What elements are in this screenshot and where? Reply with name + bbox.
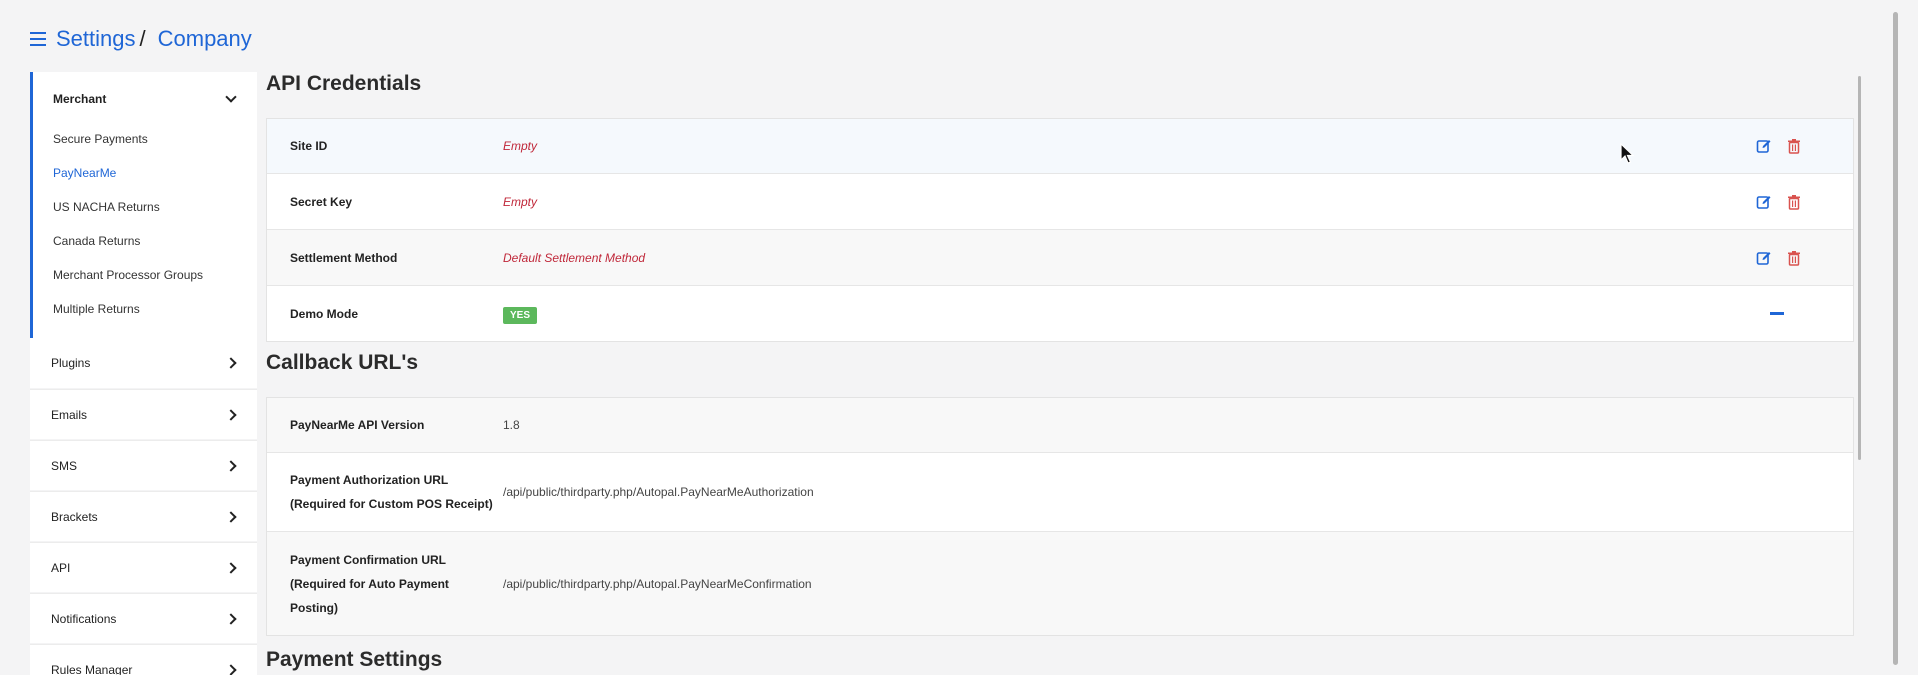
setting-label: Demo Mode [290,306,359,321]
sidebar-item-multiple-returns[interactable]: Multiple Returns [33,298,257,332]
sidebar-merchant-group: Merchant Secure Payments PayNearMe US NA… [30,72,257,338]
trash-icon[interactable] [1786,194,1802,210]
edit-icon[interactable] [1756,250,1772,266]
setting-label: Secret Key [290,194,353,209]
setting-row-secret-key: Secret Key Empty [267,174,1853,230]
menu-icon[interactable] [30,32,46,46]
sidebar-item-us-nacha-returns[interactable]: US NACHA Returns [33,196,257,230]
breadcrumb-company-link[interactable]: Company [158,26,252,51]
breadcrumb-settings-link[interactable]: Settings [56,26,136,51]
sidebar-section-label: Emails [51,407,88,422]
settings-sidebar: Merchant Secure Payments PayNearMe US NA… [30,72,257,675]
breadcrumb: Settings / Company [30,26,252,52]
setting-value: /api/public/thirdparty.php/Autopal.PayNe… [503,485,814,499]
chevron-right-icon [225,510,237,523]
trash-icon[interactable] [1786,138,1802,154]
setting-label: Payment Authorization URL (Required for … [267,468,503,516]
sidebar-section-label: Rules Manager [51,662,133,675]
edit-icon[interactable] [1756,138,1772,154]
setting-label: Payment Confirmation URL (Required for A… [267,548,503,620]
setting-row-confirmation-url: Payment Confirmation URL (Required for A… [267,532,1853,635]
callback-urls-card: PayNearMe API Version 1.8 Payment Author… [266,397,1854,636]
setting-label: Site ID [290,139,328,153]
setting-label: Settlement Method [290,250,398,265]
mouse-cursor-icon [1620,143,1635,164]
chevron-right-icon [225,408,237,421]
setting-value: 1.8 [503,418,520,432]
setting-row-site-id: Site ID Empty [267,119,1853,174]
payment-settings-title: Payment Settings [266,648,443,671]
chevron-right-icon [225,561,237,574]
status-badge: YES [503,306,538,324]
sidebar-section-sms[interactable]: SMS [30,440,257,490]
collapse-minus-icon[interactable] [1770,312,1784,315]
setting-label-line: Payment Authorization URL [290,473,449,487]
sidebar-item-merchant-processor-groups[interactable]: Merchant Processor Groups [33,264,257,298]
sidebar-item-paynearme[interactable]: PayNearMe [33,162,257,196]
sidebar-merchant-label: Merchant [53,92,107,106]
sidebar-merchant-header[interactable]: Merchant [33,88,257,110]
sidebar-item-secure-payments[interactable]: Secure Payments [33,128,257,162]
edit-icon[interactable] [1756,194,1772,210]
api-credentials-card: Site ID Empty Secret Key Empty Settlemen… [266,118,1854,342]
sidebar-section-notifications[interactable]: Notifications [30,593,257,643]
sidebar-section-label: API [51,560,71,575]
setting-row-authorization-url: Payment Authorization URL (Required for … [267,453,1853,532]
setting-label-line: Payment Confirmation URL [290,552,447,567]
chevron-down-icon [225,91,237,103]
sidebar-section-rules-manager[interactable]: Rules Manager [30,644,257,675]
sidebar-section-label: SMS [51,458,78,473]
setting-row-settlement-method: Settlement Method Default Settlement Met… [267,230,1853,286]
setting-row-demo-mode: Demo Mode YES [267,286,1853,341]
chevron-right-icon [225,459,237,472]
chevron-right-icon [225,357,237,369]
page-scrollbar[interactable] [1893,12,1898,665]
setting-value: Default Settlement Method [503,250,646,265]
setting-row-api-version: PayNearMe API Version 1.8 [267,398,1853,453]
sidebar-section-label: Brackets [51,509,98,524]
setting-label: PayNearMe API Version [290,418,425,432]
sidebar-section-emails[interactable]: Emails [30,389,257,439]
setting-value: Empty [503,194,538,209]
chevron-right-icon [225,612,237,625]
setting-label-line: (Required for Custom POS Receipt) [290,497,493,511]
sidebar-item-canada-returns[interactable]: Canada Returns [33,230,257,264]
main-content: API Credentials Site ID Empty Secret Key… [266,68,1854,675]
setting-label-line: (Required for Auto Payment [290,576,449,591]
trash-icon[interactable] [1786,250,1802,266]
setting-value: Empty [503,139,538,153]
breadcrumb-separator: / [139,26,146,51]
sidebar-section-label: Plugins [51,356,91,370]
content-scrollbar[interactable] [1858,76,1861,460]
sidebar-section-label: Notifications [51,611,117,626]
api-credentials-title: API Credentials [266,72,422,95]
setting-value: /api/public/thirdparty.php/Autopal.PayNe… [503,576,812,591]
sidebar-section-api[interactable]: API [30,542,257,592]
setting-label-line: Posting) [290,600,338,615]
sidebar-section-plugins[interactable]: Plugins [30,338,257,388]
callback-urls-title: Callback URL's [266,351,419,374]
sidebar-section-brackets[interactable]: Brackets [30,491,257,541]
chevron-right-icon [225,663,237,675]
